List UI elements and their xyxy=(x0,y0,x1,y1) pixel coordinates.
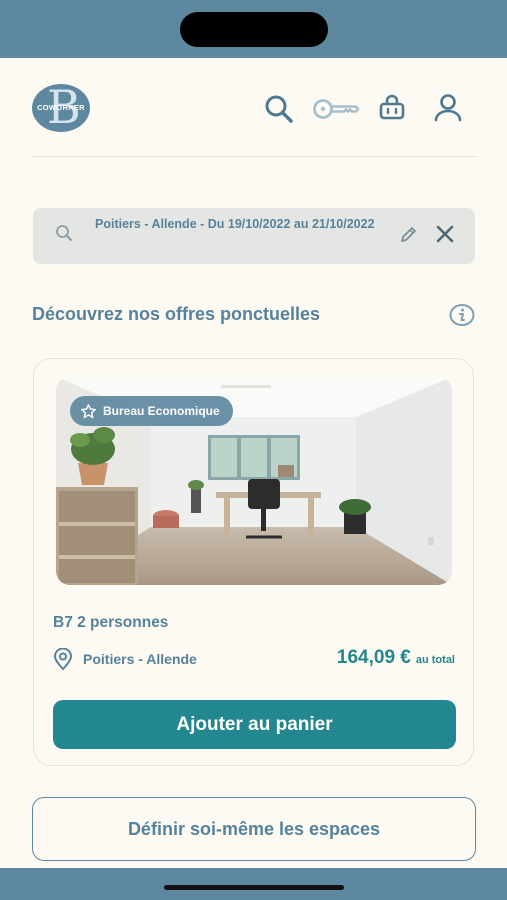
office-photo: Bureau Economique xyxy=(56,377,452,585)
basket-icon[interactable] xyxy=(378,94,406,122)
star-icon xyxy=(81,403,96,418)
app-screen: B COWORKER Poitiers - Allende - Du 19/10… xyxy=(0,58,507,868)
define-spaces-button[interactable]: Définir soi-même les espaces xyxy=(32,797,476,861)
key-icon[interactable] xyxy=(312,97,360,121)
brand-logo[interactable]: B COWORKER xyxy=(32,84,90,132)
section-title: Découvrez nos offres ponctuelles xyxy=(32,304,321,324)
offer-price: 164,09 € au total xyxy=(337,647,455,669)
home-indicator[interactable] xyxy=(164,885,344,890)
price-value: 164,09 € xyxy=(336,647,411,668)
pencil-icon[interactable] xyxy=(399,224,419,244)
offer-type-badge: Bureau Economique xyxy=(70,396,233,426)
logo-text: COWORKER xyxy=(37,103,85,112)
info-icon[interactable] xyxy=(449,303,475,327)
header-divider xyxy=(32,156,476,157)
location-text: Poitiers - Allende xyxy=(83,651,197,667)
offer-card[interactable]: Bureau Economique B7 2 personnes Poitier… xyxy=(33,358,474,766)
user-icon[interactable] xyxy=(434,93,462,123)
dynamic-island xyxy=(180,12,328,47)
offer-location: Poitiers - Allende xyxy=(53,648,197,670)
room-name: B7 2 personnes xyxy=(53,614,169,631)
search-icon[interactable] xyxy=(263,94,295,124)
search-icon xyxy=(56,225,72,241)
location-pin-icon xyxy=(53,648,73,670)
search-summary-text: Poitiers - Allende - Du 19/10/2022 au 21… xyxy=(95,217,375,231)
badge-label: Bureau Economique xyxy=(103,404,220,418)
close-icon[interactable] xyxy=(434,223,456,245)
price-suffix: au total xyxy=(415,654,455,666)
search-summary-bar[interactable]: Poitiers - Allende - Du 19/10/2022 au 21… xyxy=(33,208,475,264)
header: B COWORKER xyxy=(0,58,507,158)
add-to-cart-button[interactable]: Ajouter au panier xyxy=(53,700,456,749)
status-bar xyxy=(0,0,507,58)
